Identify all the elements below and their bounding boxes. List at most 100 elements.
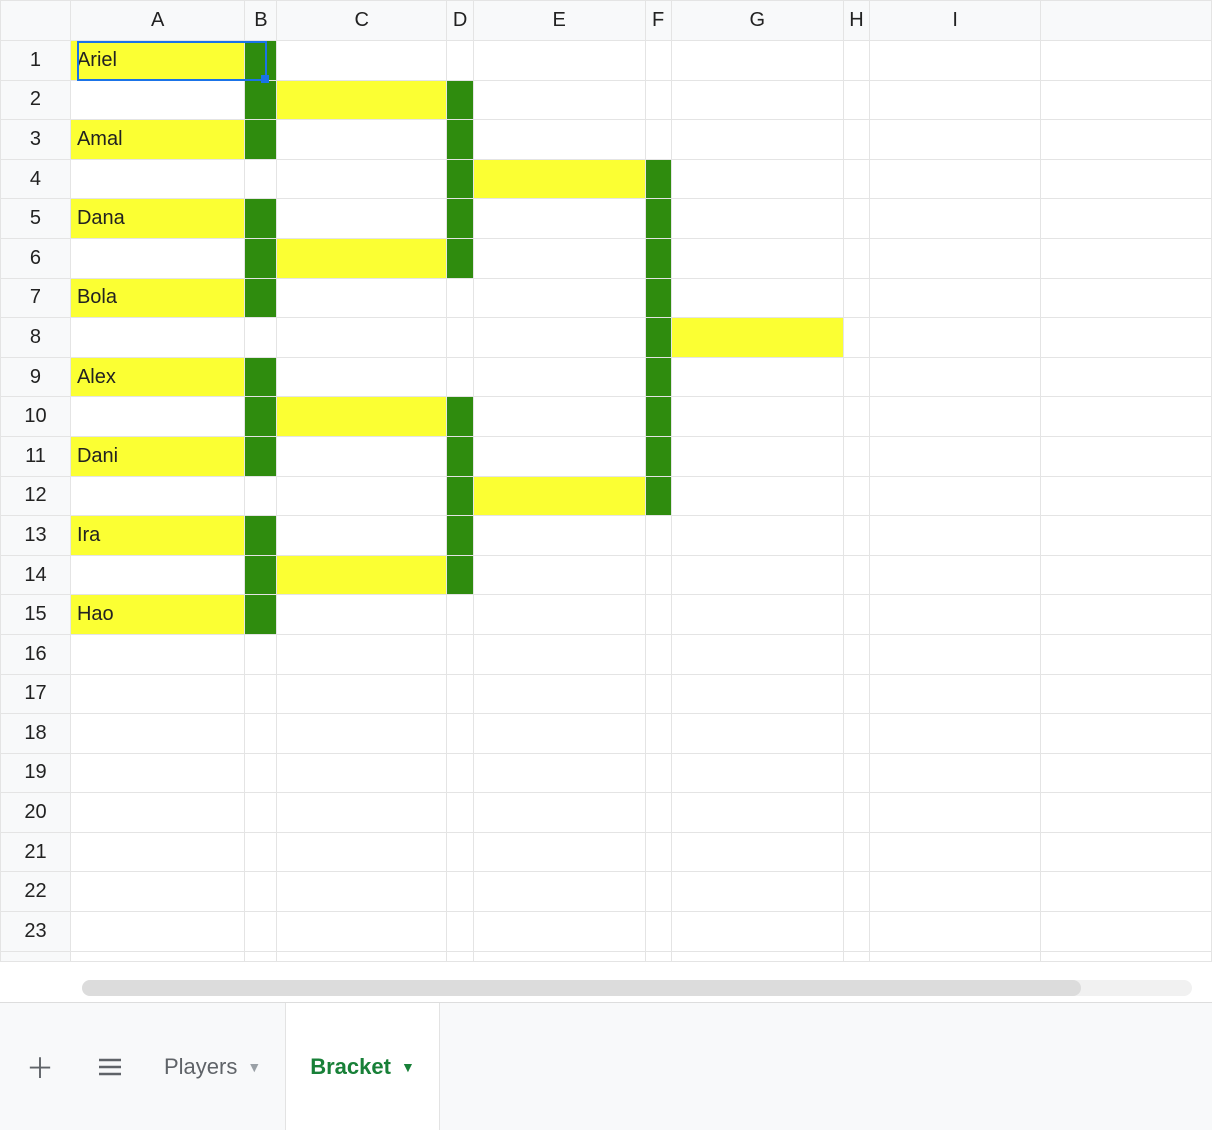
cell[interactable] (70, 159, 245, 199)
spreadsheet-grid[interactable]: ABCDEFGHI1Ariel23Amal45Dana67Bola89Alex1… (0, 0, 1212, 1002)
cell[interactable] (843, 120, 870, 160)
cell[interactable] (671, 555, 843, 595)
cell[interactable] (277, 278, 447, 318)
cell[interactable] (447, 555, 474, 595)
row-header[interactable]: 14 (1, 555, 71, 595)
cell[interactable] (447, 41, 474, 81)
cell[interactable] (245, 80, 277, 120)
cell[interactable] (671, 159, 843, 199)
cell[interactable] (245, 397, 277, 437)
cell[interactable] (870, 80, 1041, 120)
cell[interactable] (870, 753, 1041, 793)
cell[interactable] (870, 714, 1041, 754)
cell[interactable] (473, 555, 645, 595)
cell[interactable] (447, 595, 474, 635)
cell[interactable] (245, 674, 277, 714)
row-header[interactable]: 9 (1, 357, 71, 397)
cell[interactable] (473, 357, 645, 397)
cell[interactable] (447, 753, 474, 793)
cell[interactable] (645, 199, 671, 239)
row-header[interactable]: 16 (1, 634, 71, 674)
cell[interactable] (1041, 912, 1212, 952)
row-header[interactable]: 1 (1, 41, 71, 81)
cell[interactable] (870, 674, 1041, 714)
cell[interactable] (1041, 397, 1212, 437)
cell[interactable] (447, 674, 474, 714)
cell[interactable] (473, 199, 645, 239)
cell[interactable]: Alex (70, 357, 245, 397)
cell[interactable] (245, 555, 277, 595)
cell[interactable] (277, 912, 447, 952)
cell[interactable] (245, 595, 277, 635)
cell[interactable] (1041, 634, 1212, 674)
cell[interactable] (447, 357, 474, 397)
cell[interactable] (870, 912, 1041, 952)
cell[interactable] (1041, 832, 1212, 872)
cell[interactable] (843, 357, 870, 397)
cell[interactable] (473, 278, 645, 318)
cell[interactable] (447, 80, 474, 120)
cell[interactable] (447, 199, 474, 239)
cell[interactable] (447, 159, 474, 199)
cell[interactable] (843, 912, 870, 952)
cell[interactable] (277, 159, 447, 199)
cell[interactable] (1041, 436, 1212, 476)
cell[interactable] (843, 238, 870, 278)
cell[interactable] (843, 199, 870, 239)
cell[interactable] (645, 238, 671, 278)
cell[interactable] (473, 41, 645, 81)
cell[interactable] (277, 516, 447, 556)
cell[interactable] (843, 674, 870, 714)
cell[interactable] (645, 318, 671, 358)
row-header[interactable]: 12 (1, 476, 71, 516)
cell[interactable] (870, 634, 1041, 674)
cell[interactable] (277, 80, 447, 120)
cell[interactable] (843, 753, 870, 793)
column-header[interactable]: E (473, 1, 645, 41)
cell[interactable] (671, 714, 843, 754)
cell[interactable] (473, 397, 645, 437)
cell[interactable]: Dana (70, 199, 245, 239)
cell[interactable] (671, 872, 843, 912)
cell[interactable] (645, 120, 671, 160)
cell[interactable] (645, 753, 671, 793)
cell[interactable]: Bola (70, 278, 245, 318)
cell[interactable] (870, 397, 1041, 437)
horizontal-scrollbar[interactable] (82, 980, 1192, 996)
row-header[interactable]: 18 (1, 714, 71, 754)
cell[interactable] (671, 318, 843, 358)
cell[interactable] (645, 41, 671, 81)
cell[interactable] (870, 436, 1041, 476)
cell[interactable] (1041, 793, 1212, 833)
cell[interactable]: Amal (70, 120, 245, 160)
cell[interactable] (1041, 872, 1212, 912)
cell[interactable]: Ira (70, 516, 245, 556)
cell[interactable] (671, 674, 843, 714)
cell[interactable] (870, 595, 1041, 635)
cell[interactable] (245, 199, 277, 239)
cell[interactable] (843, 278, 870, 318)
row-header[interactable]: 5 (1, 199, 71, 239)
cell[interactable] (671, 476, 843, 516)
cell[interactable] (870, 832, 1041, 872)
cell[interactable] (447, 714, 474, 754)
cell[interactable] (245, 753, 277, 793)
cell[interactable] (245, 832, 277, 872)
cell[interactable] (277, 555, 447, 595)
cell[interactable] (1041, 516, 1212, 556)
cell[interactable] (70, 238, 245, 278)
cell[interactable] (870, 238, 1041, 278)
cell[interactable]: Dani (70, 436, 245, 476)
cell[interactable] (473, 832, 645, 872)
cell[interactable] (277, 238, 447, 278)
cell[interactable] (870, 199, 1041, 239)
cell[interactable]: Hao (70, 595, 245, 635)
cell[interactable] (70, 714, 245, 754)
cell[interactable] (645, 80, 671, 120)
cell[interactable] (671, 436, 843, 476)
cell[interactable] (843, 436, 870, 476)
cell[interactable] (843, 832, 870, 872)
cell[interactable] (245, 159, 277, 199)
cell[interactable] (671, 357, 843, 397)
cell[interactable] (1041, 199, 1212, 239)
